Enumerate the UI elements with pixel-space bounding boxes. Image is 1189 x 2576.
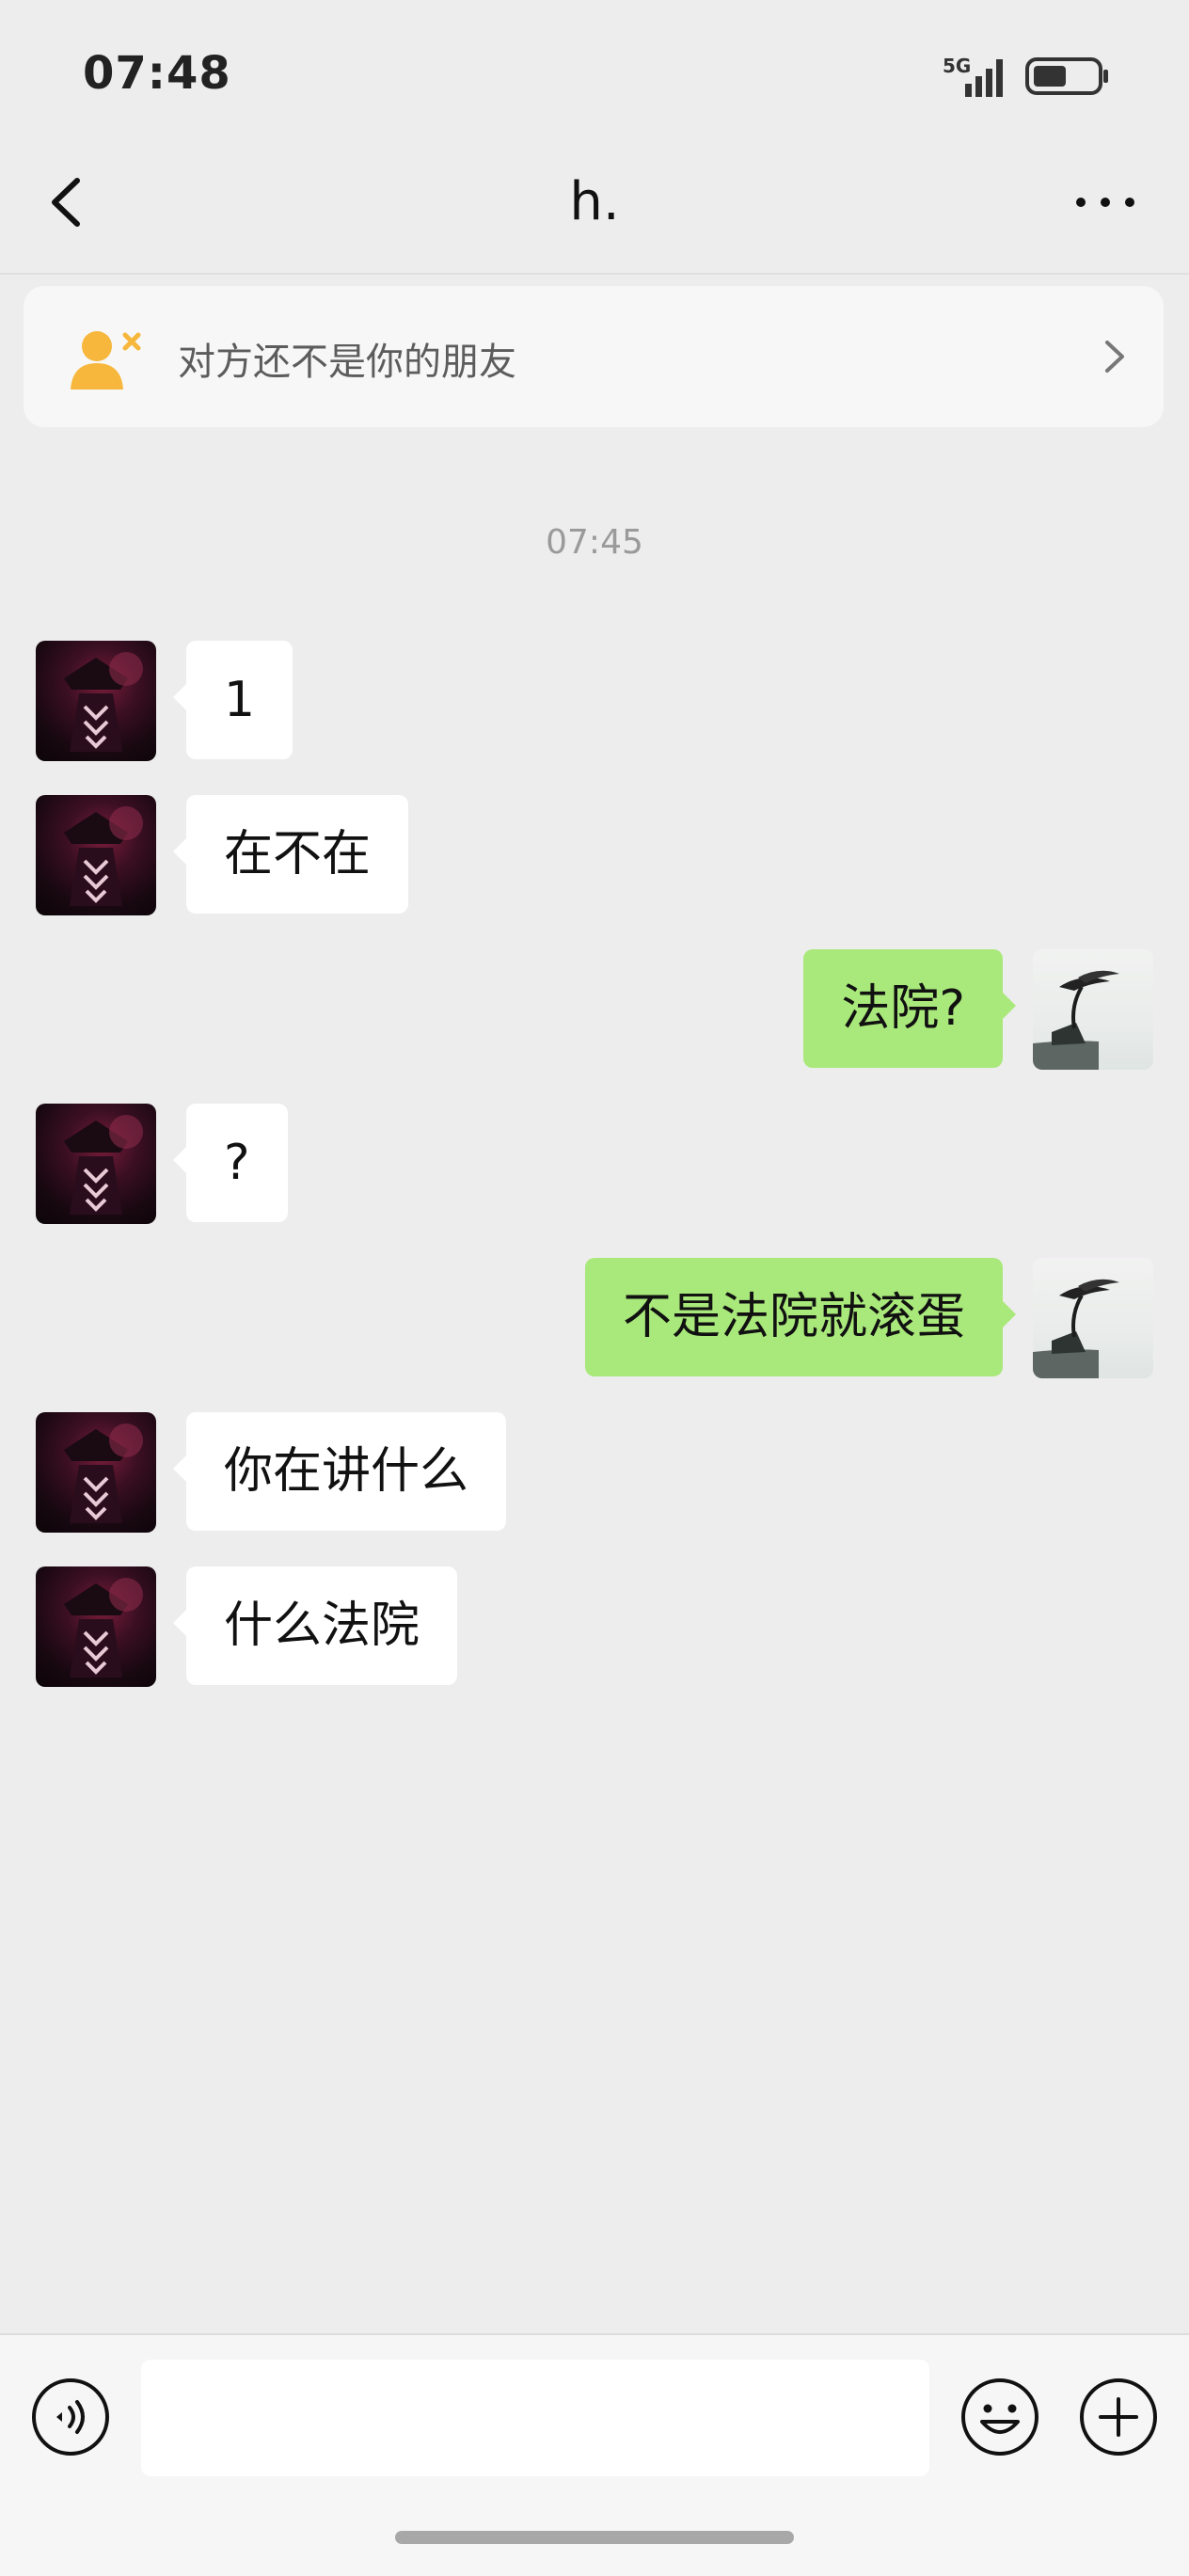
home-indicator[interactable]: [395, 2531, 794, 2544]
more-options-button[interactable]: [1072, 179, 1138, 226]
contact-avatar[interactable]: [36, 1566, 156, 1687]
signal-icon: 5G: [943, 55, 1003, 97]
avatar-image: [64, 1578, 143, 1678]
self-avatar[interactable]: [1033, 949, 1153, 1070]
contact-avatar[interactable]: [36, 1412, 156, 1533]
network-label: 5G: [943, 55, 971, 77]
contact-avatar[interactable]: [36, 641, 156, 761]
user-add-icon: [71, 331, 141, 390]
status-bar: 07:48 5G: [0, 0, 1189, 141]
not-friend-banner[interactable]: 对方还不是你的朋友: [24, 286, 1164, 427]
chat-header: h.: [0, 141, 1189, 275]
avatar-image: [64, 652, 143, 752]
avatar-image: [64, 1115, 143, 1215]
avatar-image: [1033, 1279, 1119, 1378]
message-bubble-received[interactable]: 1: [172, 641, 293, 759]
message-bubble-sent[interactable]: 不是法院就滚蛋: [584, 1258, 1017, 1376]
chat-timestamp: 07:45: [546, 523, 643, 562]
plus-button[interactable]: [1078, 2377, 1159, 2457]
contact-avatar[interactable]: [36, 1104, 156, 1224]
message-bubble-received[interactable]: 在不在: [172, 795, 409, 914]
message-input[interactable]: [141, 2360, 929, 2476]
self-avatar[interactable]: [1033, 1258, 1153, 1378]
status-time: 07:48: [83, 47, 231, 100]
message-bubble-received[interactable]: ?: [173, 1104, 288, 1222]
message-bubble-sent[interactable]: 法院?: [803, 949, 1016, 1068]
chat-title: h.: [569, 171, 620, 232]
avatar-image: [64, 806, 143, 906]
message-bubble-received[interactable]: 什么法院: [172, 1566, 458, 1685]
contact-avatar[interactable]: [36, 795, 156, 915]
emoji-button[interactable]: [959, 2377, 1040, 2457]
chevron-right-icon: [1105, 341, 1124, 373]
message-bubble-received[interactable]: 你在讲什么: [172, 1412, 507, 1531]
not-friend-text: 对方还不是你的朋友: [178, 341, 516, 384]
avatar-image: [64, 1423, 143, 1523]
voice-button[interactable]: [30, 2377, 111, 2457]
battery-icon: [1025, 57, 1108, 95]
avatar-image: [1033, 970, 1119, 1070]
